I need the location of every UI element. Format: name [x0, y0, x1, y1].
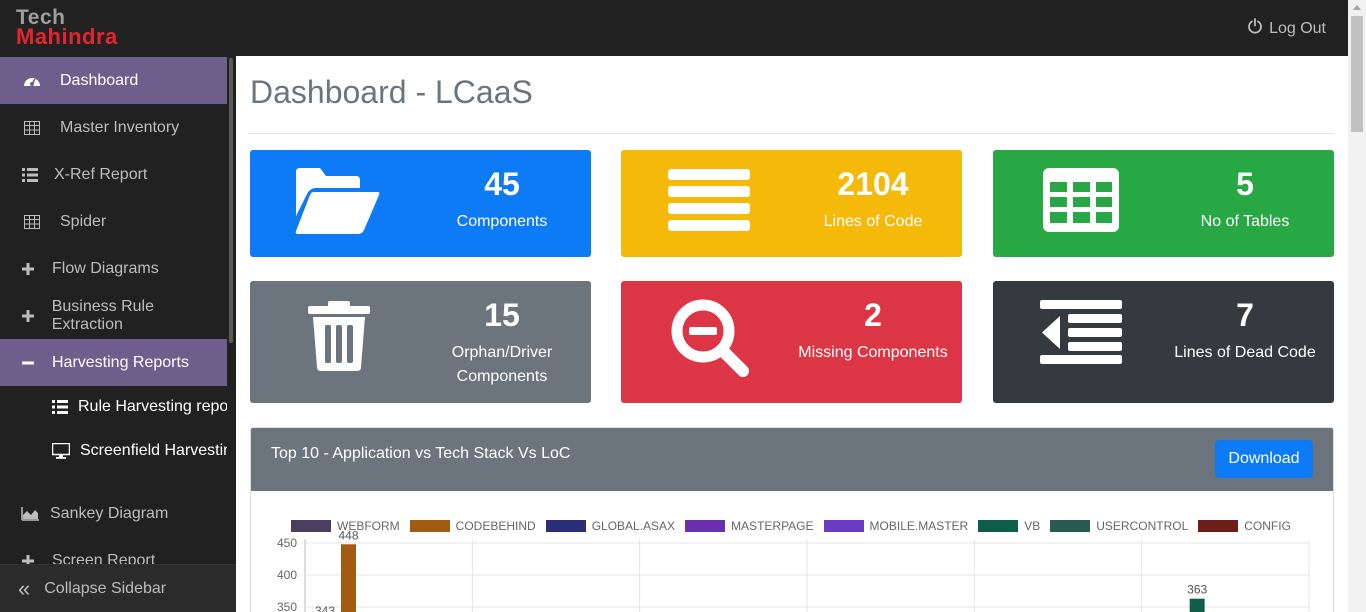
chart-panel: Top 10 - Application vs Tech Stack Vs Lo… — [250, 427, 1334, 612]
sidebar-item-label: Screenfield Harvestin — [80, 442, 227, 459]
card-missing-components[interactable]: 2 Missing Components — [621, 281, 962, 403]
sidebar-item-screenfield-harvesting[interactable]: Screenfield Harvestin — [0, 429, 227, 473]
bar — [1189, 598, 1205, 612]
bar-chart: 450 400 350 448 363 343 — [277, 528, 1310, 612]
sidebar: Dashboard Master Inventory X-Ref Report … — [0, 56, 236, 612]
card-label: Components — [456, 213, 548, 230]
title-divider — [248, 133, 1334, 134]
y-tick-label: 450 — [277, 536, 297, 550]
sidebar-item-label: Flow Diagrams — [52, 259, 159, 277]
download-button[interactable]: Download — [1215, 440, 1313, 478]
table-icon — [1043, 168, 1119, 237]
sidebar-item-label: Master Inventory — [60, 118, 180, 136]
list-icon — [20, 167, 40, 182]
collapse-sidebar-label: Collapse Sidebar — [44, 579, 167, 597]
sidebar-item-sankey-diagram[interactable]: Sankey Diagram — [0, 490, 227, 537]
trash-icon — [308, 301, 370, 376]
monitor-icon — [52, 443, 70, 459]
y-tick-label: 400 — [277, 568, 297, 582]
card-label: No of Tables — [1200, 213, 1290, 230]
sidebar-item-label: Business Rule Extraction — [51, 297, 154, 333]
sidebar-item-master-inventory[interactable]: Master Inventory — [0, 104, 227, 151]
bar-value-label: 343 — [315, 604, 335, 612]
plus-icon — [18, 309, 38, 322]
collapse-sidebar-button[interactable]: « Collapse Sidebar — [0, 564, 236, 612]
logout-label: Log Out — [1269, 19, 1326, 37]
chart-panel-header: Top 10 - Application vs Tech Stack Vs Lo… — [251, 428, 1333, 491]
sidebar-item-label: Rule Harvesting repo — [78, 398, 227, 415]
chart-panel-title: Top 10 - Application vs Tech Stack Vs Lo… — [271, 445, 571, 462]
main-content: Dashboard - LCaaS 45 Components 2104 Lin… — [236, 56, 1348, 612]
sidebar-item-label: Harvesting Reports — [52, 353, 189, 371]
bar-value-label: 363 — [1187, 583, 1207, 597]
card-label: Lines of Dead Code — [1174, 344, 1316, 361]
power-icon — [1247, 18, 1263, 39]
card-value: 2 — [864, 297, 882, 333]
gauge-icon — [22, 73, 42, 89]
card-label: Missing Components — [798, 344, 948, 361]
sidebar-item-spider[interactable]: Spider — [0, 198, 227, 245]
sidebar-item-harvesting-reports[interactable]: Harvesting Reports — [0, 339, 227, 386]
minus-icon — [18, 357, 38, 369]
folder-open-icon — [294, 168, 380, 239]
card-value: 15 — [484, 297, 520, 333]
page-title: Dashboard - LCaaS — [250, 74, 533, 110]
table-icon — [22, 214, 42, 229]
search-minus-icon — [671, 299, 749, 382]
sidebar-item-label: Spider — [60, 212, 107, 230]
tech-mahindra-logo[interactable]: Tech Mahindra — [16, 7, 118, 49]
area-chart-icon — [20, 506, 40, 521]
plus-icon — [18, 262, 38, 275]
sidebar-item-flow-diagrams[interactable]: Flow Diagrams — [0, 245, 227, 292]
card-value: 7 — [1236, 297, 1254, 333]
y-tick-label: 350 — [277, 600, 297, 612]
scrollbar-thumb[interactable] — [1351, 16, 1363, 132]
double-chevron-left-icon: « — [18, 575, 31, 601]
sidebar-item-business-rule-extraction[interactable]: Business Rule Extraction — [0, 292, 227, 339]
outdent-icon — [1040, 300, 1122, 369]
scroll-up-arrow-icon[interactable] — [1353, 5, 1361, 10]
card-no-of-tables[interactable]: 5 No of Tables — [993, 150, 1334, 257]
card-value: 45 — [484, 166, 520, 202]
bar — [341, 544, 356, 612]
sidebar-scrollbar[interactable] — [229, 58, 233, 343]
logo-line-mahindra: Mahindra — [16, 24, 118, 49]
sidebar-item-label: X-Ref Report — [54, 165, 148, 183]
chart-area: WEBFORM CODEBEHIND GLOBAL.ASAX MASTERPAGE MO… — [251, 491, 1333, 612]
card-orphan-driver-components[interactable]: 15 Orphan/Driver Components — [250, 281, 591, 403]
logout-button[interactable]: Log Out — [1247, 18, 1326, 39]
table-icon — [22, 120, 42, 135]
sidebar-item-rule-harvesting-report[interactable]: Rule Harvesting repo — [0, 385, 227, 429]
card-label: Orphan/Driver Components — [451, 344, 553, 385]
card-lines-of-dead-code[interactable]: 7 Lines of Dead Code — [993, 281, 1334, 403]
sidebar-item-label: Dashboard — [60, 71, 139, 89]
top-bar: Tech Mahindra Log Out — [0, 0, 1366, 56]
sidebar-item-label: Sankey Diagram — [50, 504, 169, 522]
card-value: 5 — [1236, 166, 1254, 202]
card-label: Lines of Code — [823, 213, 923, 230]
align-justify-icon — [668, 169, 750, 236]
card-value: 2104 — [837, 166, 909, 202]
list-icon — [52, 400, 68, 414]
card-lines-of-code[interactable]: 2104 Lines of Code — [621, 150, 962, 257]
sidebar-item-xref-report[interactable]: X-Ref Report — [0, 151, 227, 198]
sidebar-item-dashboard[interactable]: Dashboard — [0, 57, 227, 104]
card-components[interactable]: 45 Components — [250, 150, 591, 257]
page-scrollbar[interactable] — [1348, 0, 1366, 612]
bar-value-label: 448 — [338, 528, 358, 542]
